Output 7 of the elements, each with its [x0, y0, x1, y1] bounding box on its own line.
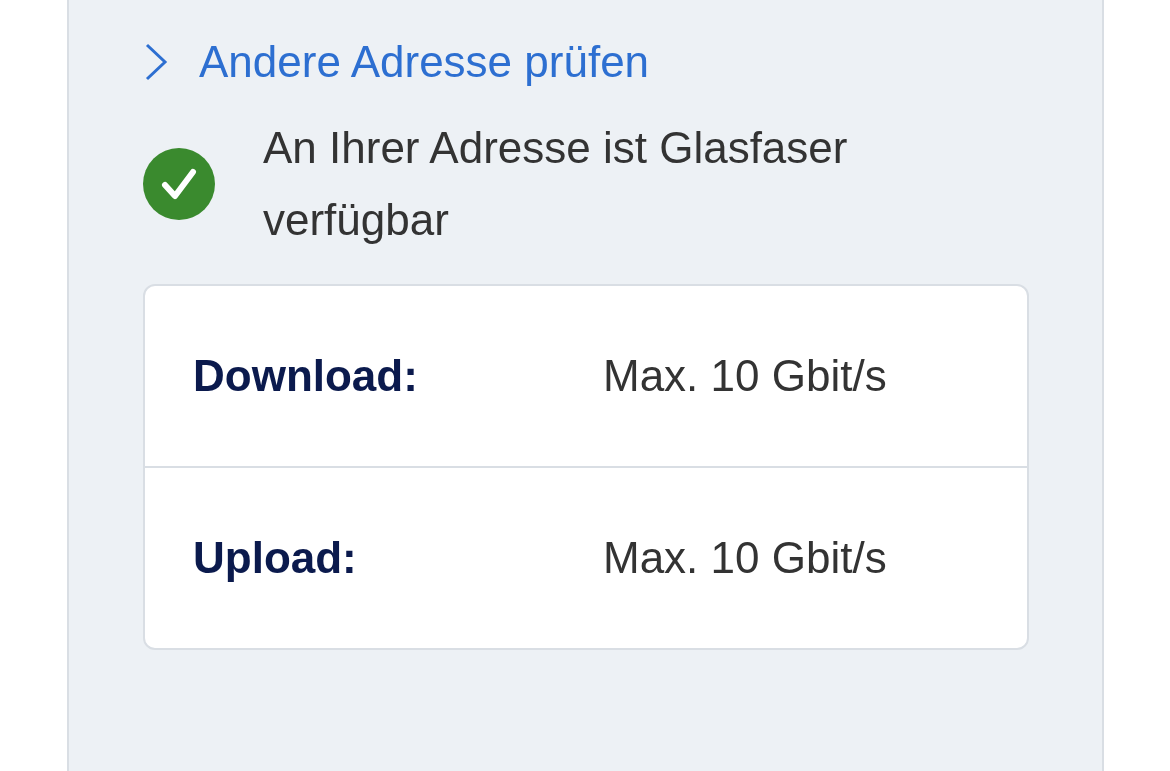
link[interactable]: Andere Adresse prüfen [143, 30, 650, 94]
status-text: An Ihrer Adresse ist Glasfaser verfügbar [263, 122, 849, 246]
speed-value: Max. 10 Gbit/s [603, 350, 887, 402]
speed-label: Download: [193, 350, 419, 402]
speed-label: Upload: [193, 532, 358, 584]
chevron-right-icon [143, 42, 169, 82]
speed-value: Max. 10 Gbit/s [603, 532, 887, 584]
